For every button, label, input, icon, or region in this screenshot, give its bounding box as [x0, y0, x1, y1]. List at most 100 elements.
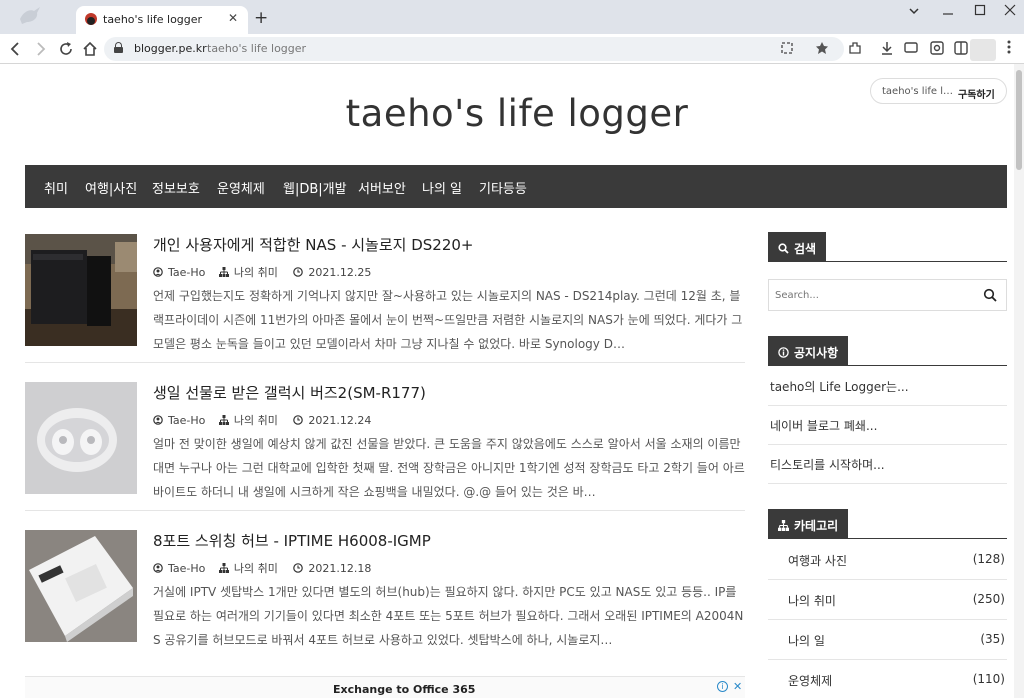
notice-item[interactable]: 티스토리를 시작하며... [768, 444, 1007, 484]
profile-avatar[interactable] [970, 39, 996, 61]
post-category[interactable]: 나의 취미 [218, 264, 278, 280]
search-icon [778, 243, 789, 254]
url-host: blogger.pe.kr [134, 42, 207, 55]
nav-item-hobby[interactable]: 취미 [44, 178, 68, 197]
search-box [768, 279, 1007, 311]
ad-banner[interactable]: Exchange to Office 365 i ✕ [25, 676, 745, 698]
post-meta: Tae-Ho 나의 취미 2021.12.25 [153, 264, 371, 280]
page-content: taeho's life l… 구독하기 taeho's life logger… [0, 64, 1024, 698]
post-excerpt[interactable]: 언제 구입했는지도 정확하게 기억나지 않지만 잘~사용하고 있는 시놀로지의 … [153, 284, 745, 356]
notice-item[interactable]: taeho의 Life Logger는... [768, 366, 1007, 406]
widget-underline [768, 538, 1007, 539]
nav-item-travel[interactable]: 여행|사진 [85, 178, 137, 197]
nav-item-mywork[interactable]: 나의 일 [422, 178, 462, 197]
ad-close-icon[interactable]: ✕ [733, 680, 742, 693]
post-divider [25, 362, 745, 363]
post-thumbnail[interactable] [25, 530, 137, 642]
favicon-icon [85, 13, 97, 25]
category-name[interactable]: 여행과 사진 [788, 552, 847, 569]
post-meta: Tae-Ho 나의 취미 2021.12.18 [153, 560, 371, 576]
category-count: (110) [972, 672, 1005, 686]
nav-item-security[interactable]: 정보보호 [152, 178, 200, 197]
category-count: (35) [980, 632, 1005, 646]
notice-widget-label: 공지사항 [768, 336, 849, 366]
clock-icon [293, 415, 304, 425]
category-item-os[interactable]: 운영체제 (110) [768, 660, 1007, 698]
post-category[interactable]: 나의 취미 [218, 412, 278, 428]
reload-icon[interactable] [56, 39, 76, 59]
category-name[interactable]: 나의 취미 [788, 592, 836, 609]
menu-dots-icon[interactable] [1006, 39, 1012, 55]
post-date: 2021.12.24 [293, 414, 371, 427]
post-excerpt[interactable]: 얼마 전 맞이한 생일에 예상치 않게 값진 선물을 받았다. 큰 도움을 주지… [153, 432, 745, 504]
user-icon [153, 415, 163, 425]
address-bar[interactable]: blogger.pe.kr taeho's life logger [104, 37, 844, 61]
sidebar-icon[interactable] [952, 40, 970, 56]
tab-strip: taeho's life logger ✕ + [0, 0, 1024, 34]
sitemap-icon [218, 563, 229, 573]
notice-item[interactable]: 네이버 블로그 폐쇄... [768, 405, 1007, 445]
category-item-mywork[interactable]: 나의 일 (35) [768, 620, 1007, 660]
user-icon [153, 267, 163, 277]
post-date: 2021.12.18 [293, 562, 371, 575]
extensions-icon[interactable] [846, 40, 864, 56]
category-widget-label: 카테고리 [768, 509, 849, 539]
sitemap-icon [218, 267, 229, 277]
category-name[interactable]: 나의 일 [788, 632, 825, 649]
home-icon[interactable] [80, 39, 100, 59]
category-name[interactable]: 운영체제 [788, 672, 832, 689]
browser-toolbar: blogger.pe.kr taeho's life logger [0, 34, 1024, 64]
tab-search-icon[interactable] [908, 5, 920, 17]
post-divider [25, 510, 745, 511]
main-nav: 취미 여행|사진 정보보호 운영체제 웹|DB|개발 서버보안 나의 일 기타등… [25, 165, 1007, 208]
window-close-icon[interactable] [1004, 4, 1016, 16]
blog-title[interactable]: taeho's life logger [0, 92, 1024, 135]
minimize-icon[interactable] [942, 8, 954, 20]
maximize-icon[interactable] [974, 4, 986, 16]
nav-item-os[interactable]: 운영체제 [217, 178, 265, 197]
post-thumbnail[interactable] [25, 234, 137, 346]
ad-text[interactable]: Exchange to Office 365 [333, 683, 475, 696]
download-icon[interactable] [878, 40, 896, 56]
post-author[interactable]: Tae-Ho [153, 414, 205, 427]
post-date: 2021.12.25 [293, 266, 371, 279]
search-button-icon[interactable] [983, 288, 997, 302]
screen-capture-icon[interactable] [928, 40, 946, 56]
sitemap-icon [218, 415, 229, 425]
screenshot-icon[interactable] [780, 41, 794, 55]
bird-logo-icon [20, 7, 40, 24]
forward-icon[interactable] [30, 39, 50, 59]
back-icon[interactable] [6, 39, 26, 59]
ad-info-icon[interactable]: i [717, 681, 728, 692]
post-item[interactable]: 생일 선물로 받은 갤럭시 버즈2(SM-R177) Tae-Ho 나의 취미 … [25, 376, 745, 524]
nav-item-webdev[interactable]: 웹|DB|개발 [283, 178, 347, 197]
user-icon [153, 563, 163, 573]
post-title[interactable]: 개인 사용자에게 적합한 NAS - 시놀로지 DS220+ [153, 234, 474, 255]
page-scrollbar[interactable] [1014, 64, 1024, 698]
new-tab-button[interactable]: + [254, 8, 268, 28]
post-thumbnail[interactable] [25, 382, 137, 494]
post-author[interactable]: Tae-Ho [153, 266, 205, 279]
category-item-travel[interactable]: 여행과 사진 (128) [768, 540, 1007, 580]
nav-item-etc[interactable]: 기타등등 [479, 178, 527, 197]
post-excerpt[interactable]: 거실에 IPTV 셋탑박스 1개만 있다면 별도의 허브(hub)는 필요하지 … [153, 580, 745, 652]
post-meta: Tae-Ho 나의 취미 2021.12.24 [153, 412, 371, 428]
search-widget-label: 검색 [768, 232, 827, 262]
post-item[interactable]: 개인 사용자에게 적합한 NAS - 시놀로지 DS220+ Tae-Ho 나의… [25, 228, 745, 376]
post-category[interactable]: 나의 취미 [218, 560, 278, 576]
search-input[interactable] [775, 287, 975, 303]
tab-active[interactable]: taeho's life logger ✕ [76, 6, 248, 34]
cast-icon[interactable] [902, 40, 920, 56]
category-count: (250) [972, 592, 1005, 606]
bookmark-star-icon[interactable] [815, 41, 831, 55]
nav-item-server[interactable]: 서버보안 [358, 178, 406, 197]
url-path: taeho's life logger [207, 42, 307, 55]
post-title[interactable]: 8포트 스위칭 허브 - IPTIME H6008-IGMP [153, 530, 431, 551]
post-item[interactable]: 8포트 스위칭 허브 - IPTIME H6008-IGMP Tae-Ho 나의… [25, 524, 745, 672]
post-title[interactable]: 생일 선물로 받은 갤럭시 버즈2(SM-R177) [153, 382, 426, 403]
category-item-hobby[interactable]: 나의 취미 (250) [768, 580, 1007, 620]
tab-title: taeho's life logger [103, 13, 203, 26]
clock-icon [293, 563, 304, 573]
tab-close-icon[interactable]: ✕ [228, 11, 238, 25]
post-author[interactable]: Tae-Ho [153, 562, 205, 575]
